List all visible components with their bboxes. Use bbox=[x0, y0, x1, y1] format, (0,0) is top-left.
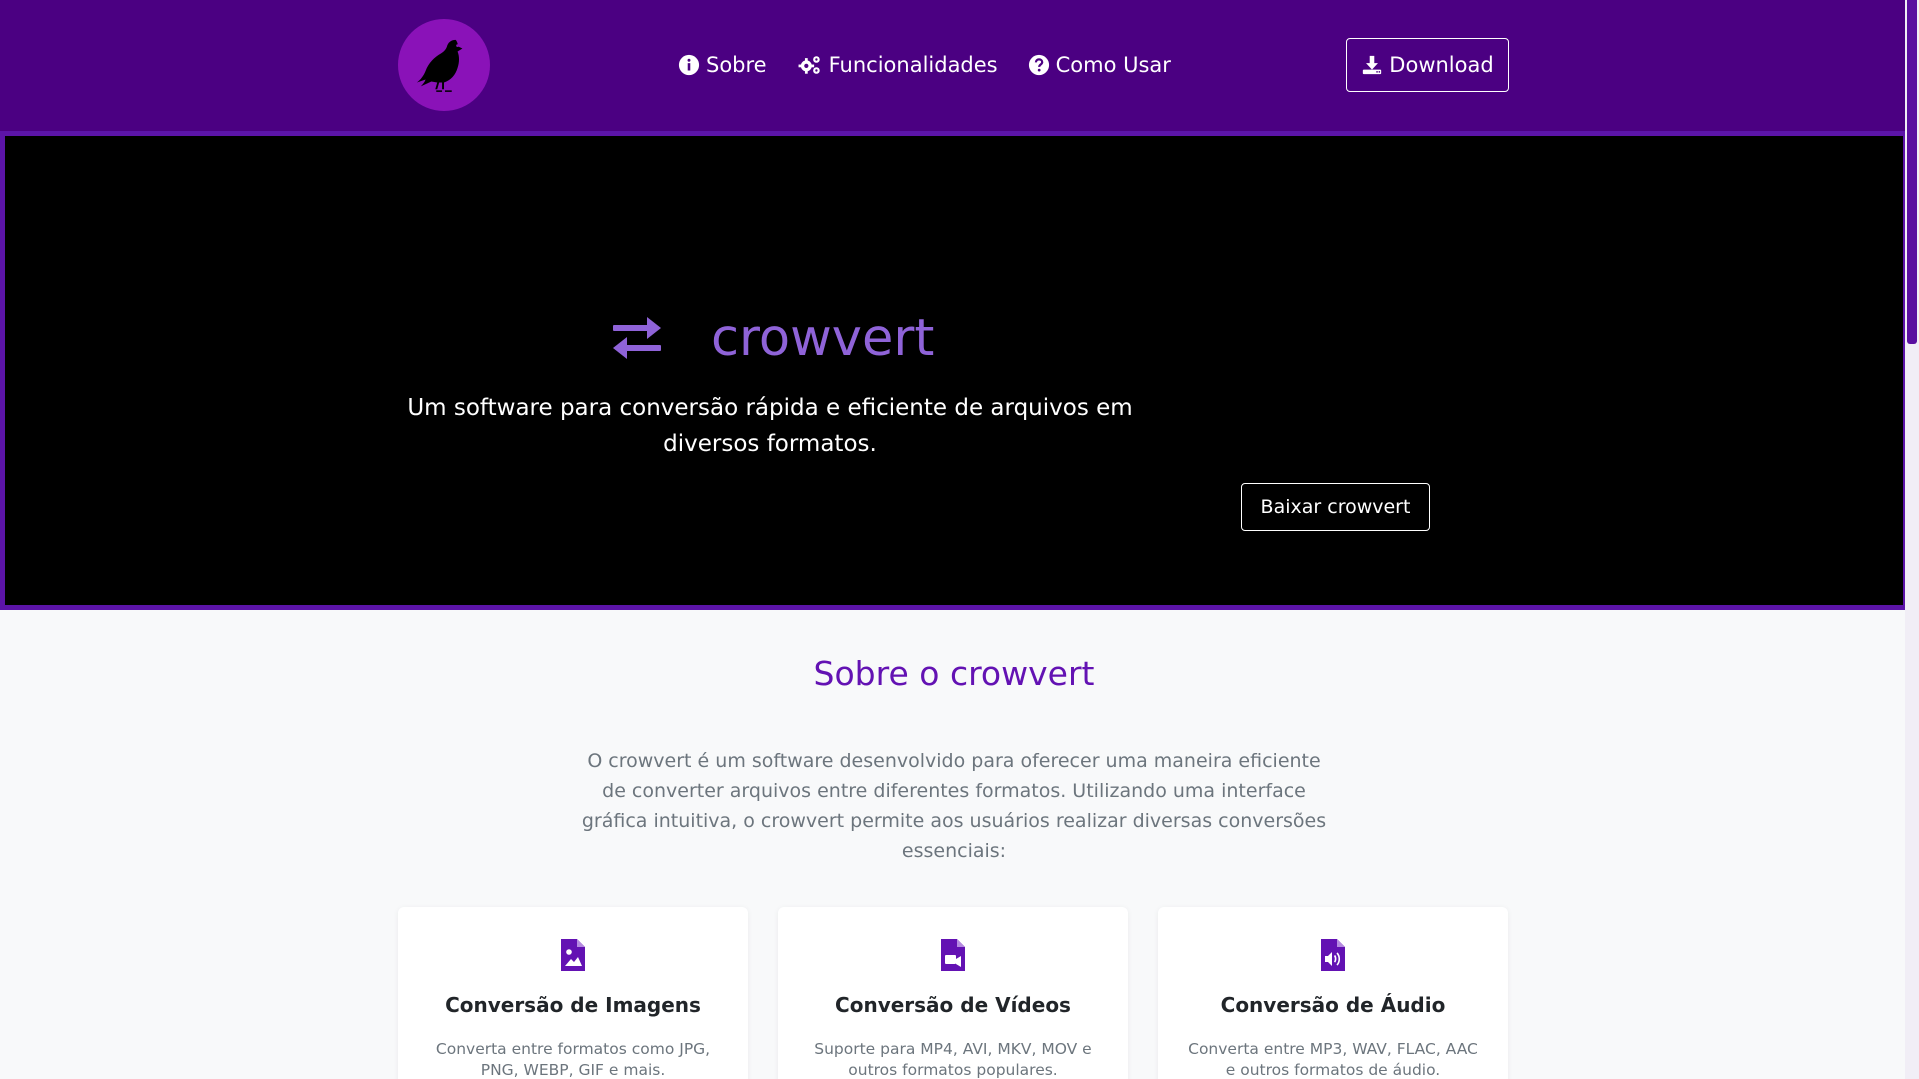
download-icon bbox=[1363, 55, 1382, 75]
nav-link-funcionalidades[interactable]: Funcionalidades bbox=[797, 53, 998, 77]
crow-icon bbox=[416, 39, 463, 92]
feature-card-title: Conversão de Imagens bbox=[445, 993, 701, 1017]
feature-card-text: Converta entre MP3, WAV, FLAC, AAC e out… bbox=[1188, 1040, 1478, 1079]
file-video-icon bbox=[941, 939, 965, 971]
exchange-arrows-icon bbox=[613, 317, 661, 359]
file-audio-icon bbox=[1321, 939, 1345, 971]
about-section-title: Sobre o crowvert bbox=[813, 654, 1095, 693]
feature-card-title: Conversão de Vídeos bbox=[835, 993, 1071, 1017]
download-crowvert-button[interactable]: Baixar crowvert bbox=[1241, 483, 1430, 531]
nav-link-label: Sobre bbox=[706, 53, 767, 77]
question-circle-icon bbox=[1028, 54, 1049, 76]
page-scrollbar[interactable] bbox=[1905, 0, 1919, 1079]
feature-card-images: Conversão de Imagens Converta entre form… bbox=[398, 907, 748, 1079]
page: Sobre Funcionalidades Como Usar Download… bbox=[0, 0, 1919, 1079]
gears-icon bbox=[798, 56, 820, 74]
feature-card-title: Conversão de Áudio bbox=[1220, 993, 1446, 1017]
scrollbar-thumb[interactable] bbox=[1907, 0, 1917, 344]
about-description: O crowvert é um software desenvolvido pa… bbox=[581, 750, 1327, 862]
nav-link-label: Como Usar bbox=[1055, 53, 1171, 77]
download-button[interactable]: Download bbox=[1346, 38, 1509, 92]
logo[interactable] bbox=[398, 19, 490, 111]
nav-link-label: Funcionalidades bbox=[828, 53, 998, 77]
info-circle-icon bbox=[678, 54, 700, 76]
hero-title-text: crowvert bbox=[711, 308, 935, 368]
nav-link-como-usar[interactable]: Como Usar bbox=[1028, 53, 1171, 77]
feature-card-audio: Conversão de Áudio Converta entre MP3, W… bbox=[1158, 907, 1508, 1079]
download-button-label: Download bbox=[1389, 53, 1494, 77]
feature-card-text: Suporte para MP4, AVI, MKV, MOV e outros… bbox=[814, 1040, 1092, 1079]
feature-card-videos: Conversão de Vídeos Suporte para MP4, AV… bbox=[778, 907, 1128, 1079]
nav-link-sobre[interactable]: Sobre bbox=[678, 53, 767, 77]
navbar: Sobre Funcionalidades Como Usar Download bbox=[0, 0, 1905, 131]
file-image-icon bbox=[561, 939, 585, 971]
hero-title: crowvert bbox=[609, 308, 934, 368]
feature-card-text: Converta entre formatos como JPG, PNG, W… bbox=[435, 1040, 711, 1079]
nav-links: Sobre Funcionalidades Como Usar bbox=[678, 46, 1171, 84]
hero-section: crowvert Um software para conversão rápi… bbox=[0, 131, 1908, 610]
hero-subtitle: Um software para conversão rápida e efic… bbox=[407, 395, 1133, 457]
